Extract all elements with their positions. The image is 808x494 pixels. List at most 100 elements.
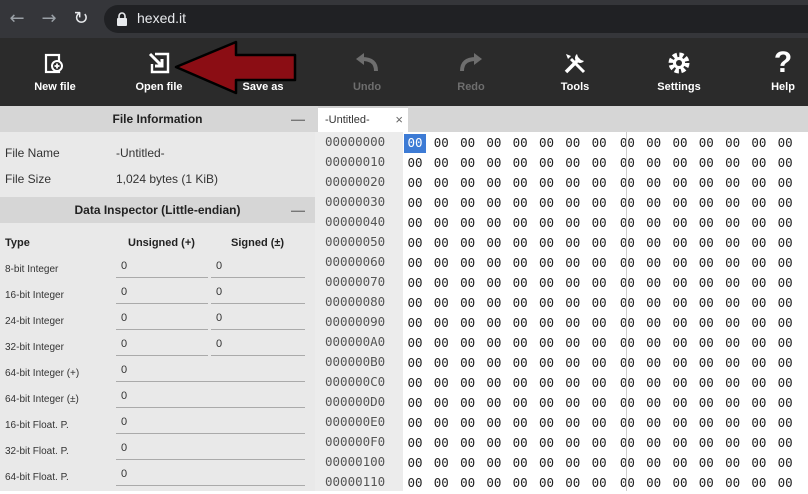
hex-byte[interactable]: 00 [404,474,426,493]
hex-byte[interactable]: 00 [669,234,691,253]
hex-byte[interactable]: 00 [457,394,479,413]
hex-byte[interactable]: 00 [536,194,558,213]
hex-byte[interactable]: 00 [695,154,717,173]
signed-value-field[interactable]: 0 [211,308,305,330]
hex-byte[interactable]: 00 [669,194,691,213]
signed-value-field[interactable]: 0 [211,334,305,356]
hex-byte[interactable]: 00 [695,414,717,433]
hex-byte[interactable]: 00 [457,294,479,313]
hex-byte[interactable]: 00 [536,134,558,153]
hex-byte[interactable]: 00 [588,414,610,433]
hex-byte[interactable]: 00 [616,174,638,193]
hex-byte[interactable]: 00 [643,354,665,373]
hex-byte[interactable]: 00 [588,234,610,253]
hex-byte[interactable]: 00 [457,474,479,493]
hex-byte[interactable]: 00 [748,354,770,373]
hex-byte[interactable]: 00 [509,254,531,273]
hex-byte[interactable]: 00 [536,434,558,453]
hex-byte[interactable]: 00 [536,234,558,253]
hex-byte[interactable]: 00 [457,414,479,433]
unsigned-value-field[interactable]: 0 [116,308,208,330]
value-field[interactable]: 0 [116,412,305,434]
hex-byte[interactable]: 00 [430,374,452,393]
hex-byte[interactable]: 00 [748,274,770,293]
hex-byte[interactable]: 00 [457,314,479,333]
hex-byte[interactable]: 00 [722,194,744,213]
hex-byte[interactable]: 00 [536,414,558,433]
hex-byte[interactable]: 00 [748,254,770,273]
hex-byte[interactable]: 00 [457,354,479,373]
hex-byte[interactable]: 00 [774,254,796,273]
hex-byte[interactable]: 00 [404,314,426,333]
hex-byte[interactable]: 00 [457,454,479,473]
unsigned-value-field[interactable]: 0 [116,282,208,304]
hex-byte[interactable]: 00 [509,274,531,293]
hex-byte[interactable]: 00 [404,214,426,233]
address-bar[interactable]: hexed.it [104,5,808,33]
hex-byte[interactable]: 00 [616,334,638,353]
value-field[interactable]: 0 [116,360,305,382]
settings-button[interactable]: Settings [627,38,731,106]
hex-byte[interactable]: 00 [643,334,665,353]
hex-byte[interactable]: 00 [616,414,638,433]
hex-byte[interactable]: 00 [404,354,426,373]
hex-byte[interactable]: 00 [430,134,452,153]
back-arrow-icon[interactable]: ← [4,6,30,32]
hex-byte[interactable]: 00 [669,414,691,433]
hex-byte[interactable]: 00 [430,274,452,293]
hex-byte[interactable]: 00 [536,454,558,473]
hex-byte[interactable]: 00 [483,194,505,213]
hex-byte[interactable]: 00 [536,474,558,493]
hex-byte[interactable]: 00 [509,334,531,353]
hex-byte[interactable]: 00 [643,274,665,293]
hex-byte[interactable]: 00 [404,194,426,213]
hex-byte[interactable]: 00 [722,294,744,313]
hex-byte[interactable]: 00 [774,434,796,453]
hex-byte[interactable]: 00 [748,334,770,353]
hex-byte[interactable]: 00 [695,334,717,353]
hex-byte[interactable]: 00 [588,134,610,153]
hex-byte[interactable]: 00 [722,174,744,193]
hex-byte[interactable]: 00 [695,374,717,393]
hex-byte[interactable]: 00 [774,454,796,473]
hex-byte[interactable]: 00 [430,434,452,453]
hex-byte[interactable]: 00 [457,134,479,153]
hex-byte[interactable]: 00 [669,454,691,473]
hex-byte[interactable]: 00 [562,194,584,213]
hex-byte[interactable]: 00 [536,274,558,293]
hex-byte[interactable]: 00 [457,194,479,213]
hex-byte[interactable]: 00 [748,194,770,213]
file-info-header[interactable]: File Information — [0,106,315,132]
hex-byte[interactable]: 00 [643,234,665,253]
hex-byte[interactable]: 00 [562,234,584,253]
hex-byte[interactable]: 00 [669,294,691,313]
hex-byte[interactable]: 00 [616,434,638,453]
hex-byte[interactable]: 00 [509,174,531,193]
new-file-button[interactable]: New file [3,38,107,106]
hex-byte[interactable]: 00 [722,254,744,273]
hex-byte[interactable]: 00 [562,334,584,353]
hex-byte[interactable]: 00 [695,294,717,313]
hex-byte[interactable]: 00 [748,154,770,173]
hex-byte[interactable]: 00 [669,334,691,353]
hex-byte[interactable]: 00 [722,334,744,353]
hex-byte[interactable]: 00 [404,454,426,473]
hex-byte[interactable]: 00 [457,274,479,293]
hex-byte[interactable]: 00 [562,434,584,453]
data-inspector-header[interactable]: Data Inspector (Little-endian) — [0,197,315,223]
hex-byte[interactable]: 00 [695,134,717,153]
hex-byte[interactable]: 00 [430,254,452,273]
hex-byte[interactable]: 00 [695,254,717,273]
hex-byte[interactable]: 00 [616,134,638,153]
hex-byte[interactable]: 00 [457,174,479,193]
hex-byte[interactable]: 00 [562,154,584,173]
hex-byte[interactable]: 00 [669,374,691,393]
help-button[interactable]: ? Help [731,38,808,106]
hex-byte[interactable]: 00 [695,314,717,333]
hex-byte[interactable]: 00 [722,374,744,393]
hex-byte[interactable]: 00 [483,274,505,293]
hex-byte[interactable]: 00 [616,294,638,313]
hex-byte[interactable]: 00 [616,154,638,173]
hex-byte[interactable]: 00 [748,214,770,233]
hex-byte[interactable]: 00 [616,354,638,373]
